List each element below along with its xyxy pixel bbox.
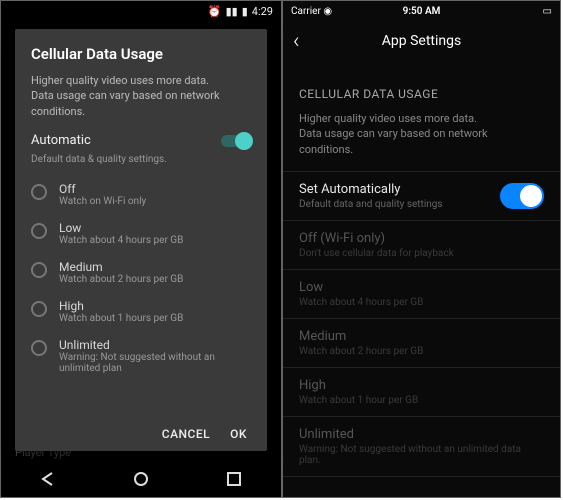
row-label: Low	[299, 280, 423, 295]
radio-icon	[31, 262, 47, 278]
radio-icon	[31, 223, 47, 239]
radio-icon	[31, 301, 47, 317]
row-label: Medium	[299, 329, 423, 344]
row-medium[interactable]: Medium Watch about 2 hours per GB	[283, 318, 560, 367]
row-label: Off (Wi-Fi only)	[299, 231, 454, 246]
automatic-label: Automatic	[31, 133, 91, 148]
row-off[interactable]: Off (Wi-Fi only) Don't use cellular data…	[283, 220, 560, 269]
nav-recent-icon[interactable]	[226, 471, 242, 487]
section-description: Higher quality video uses more data. Dat…	[283, 111, 560, 171]
carrier-label: Carrier ◉	[291, 6, 332, 17]
android-status-bar: ⏰ ▮▮ ▮ 4:29	[1, 1, 281, 21]
battery-icon: ▮	[242, 5, 248, 18]
status-time: 9:50 AM	[403, 6, 441, 17]
option-high[interactable]: HighWatch about 1 hours per GB	[31, 292, 251, 331]
signal-icon: ▮▮	[226, 5, 238, 18]
section-title: CELLULAR DATA USAGE	[283, 61, 560, 111]
nav-home-icon[interactable]	[133, 471, 149, 487]
row-sublabel: Default data and quality settings	[299, 199, 443, 210]
automatic-toggle[interactable]	[221, 135, 251, 147]
row-sublabel: Warning: Not suggested without an unlimi…	[299, 444, 544, 466]
android-navbar	[1, 461, 281, 497]
ios-phone: Carrier ◉ 9:50 AM ▭ ‹ App Settings CELLU…	[282, 0, 561, 498]
android-phone: ⏰ ▮▮ ▮ 4:29 ← NETFLIX C N A N Q S C B C …	[0, 0, 282, 498]
row-sublabel: Watch about 2 hours per GB	[299, 346, 423, 357]
ios-navbar: ‹ App Settings	[283, 21, 560, 61]
option-low[interactable]: LowWatch about 4 hours per GB	[31, 214, 251, 253]
automatic-toggle-row[interactable]: Automatic	[31, 133, 251, 148]
row-low[interactable]: Low Watch about 4 hours per GB	[283, 269, 560, 318]
radio-icon	[31, 340, 47, 356]
automatic-sublabel: Default data & quality settings.	[31, 154, 251, 165]
quality-options: OffWatch on Wi-Fi only LowWatch about 4 …	[31, 175, 251, 419]
option-off[interactable]: OffWatch on Wi-Fi only	[31, 175, 251, 214]
row-high[interactable]: High Watch about 1 hour per GB	[283, 367, 560, 416]
row-label: Unlimited	[299, 427, 544, 442]
automatic-toggle[interactable]	[500, 183, 544, 209]
cellular-data-dialog: Cellular Data Usage Higher quality video…	[15, 29, 267, 451]
row-sublabel: Watch about 4 hours per GB	[299, 297, 423, 308]
status-time: 4:29	[252, 5, 273, 18]
dialog-actions: CANCEL OK	[31, 419, 247, 441]
radio-icon	[31, 184, 47, 200]
alarm-icon: ⏰	[208, 5, 222, 18]
dialog-description: Higher quality video uses more data. Dat…	[31, 73, 251, 119]
cancel-button[interactable]: CANCEL	[162, 427, 210, 441]
battery-icon: ▭	[543, 6, 552, 17]
row-sublabel: Watch about 1 hour per GB	[299, 395, 418, 406]
row-label: High	[299, 378, 418, 393]
row-label: Set Automatically	[299, 182, 443, 197]
option-medium[interactable]: MediumWatch about 2 hours per GB	[31, 253, 251, 292]
nav-back-icon[interactable]	[40, 471, 56, 487]
dialog-title: Cellular Data Usage	[31, 45, 251, 63]
row-unlimited[interactable]: Unlimited Warning: Not suggested without…	[283, 416, 560, 477]
wifi-icon: ◉	[323, 6, 332, 17]
option-unlimited[interactable]: UnlimitedWarning: Not suggested without …	[31, 331, 251, 381]
row-set-automatically[interactable]: Set Automatically Default data and quali…	[283, 171, 560, 220]
row-sublabel: Don't use cellular data for playback	[299, 248, 454, 259]
back-icon[interactable]: ‹	[293, 29, 300, 54]
ok-button[interactable]: OK	[230, 427, 247, 441]
nav-title: App Settings	[382, 33, 461, 49]
ios-status-bar: Carrier ◉ 9:50 AM ▭	[283, 1, 560, 21]
